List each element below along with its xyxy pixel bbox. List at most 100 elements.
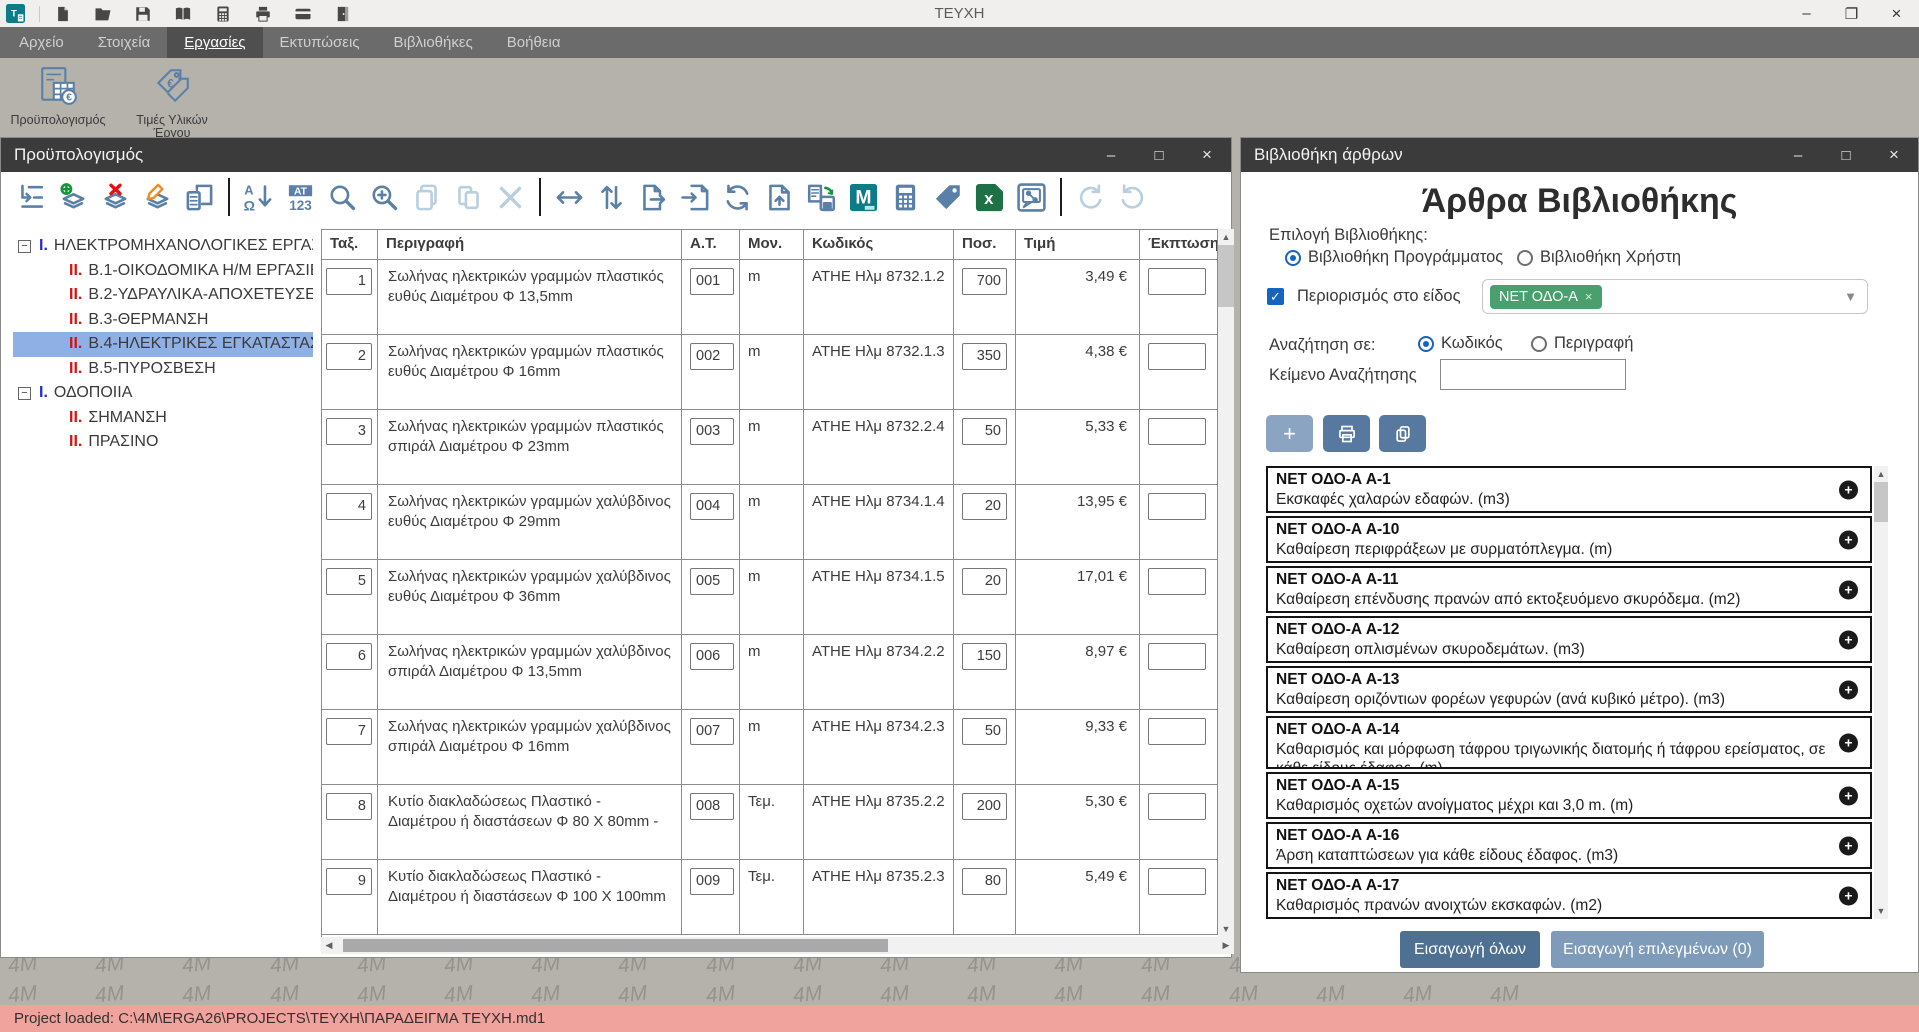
discount-value-box[interactable] <box>1148 568 1206 595</box>
tree-item[interactable]: ΙΙ.Β.2-ΥΔΡΑΥΛΙΚΑ-ΑΠΟΧΕΤΕΥΣΕΙΣ <box>13 283 313 308</box>
library-window-titlebar[interactable]: Βιβλιοθήκη άρθρων – □ × <box>1241 138 1918 172</box>
cell-description[interactable]: Σωλήνας ηλεκτρικών γραμμών πλαστικός σπι… <box>378 410 682 485</box>
library-article-item[interactable]: ΝΕΤ ΟΔΟ-Α Α-13Καθαίρεση οριζόντιων φορέω… <box>1266 666 1872 713</box>
insert-all-button[interactable]: Εισαγωγή όλων <box>1400 931 1540 968</box>
cell-price[interactable]: 17,01 € <box>1016 560 1140 635</box>
discount-value-box[interactable] <box>1148 868 1206 895</box>
cell-description[interactable]: Σωλήνας ηλεκτρικών γραμμών χαλύβδινος σπ… <box>378 635 682 710</box>
scroll-right-icon[interactable]: ▶ <box>1218 940 1234 951</box>
tax-value-box[interactable]: 9 <box>326 868 372 895</box>
open-folder-icon[interactable] <box>94 5 112 23</box>
add-article-icon[interactable]: + <box>1839 786 1858 805</box>
excel-export-icon[interactable]: x <box>971 177 1008 217</box>
radio-library-program[interactable]: Βιβλιοθήκη Προγράμματος <box>1285 248 1503 267</box>
tax-value-box[interactable]: 5 <box>326 568 372 595</box>
budget-close-icon[interactable]: × <box>1183 138 1231 172</box>
column-header[interactable]: Ποσ. <box>954 230 1016 260</box>
cell-unit[interactable]: m <box>740 485 804 560</box>
move-vertical-icon[interactable] <box>593 177 630 217</box>
scroll-thumb[interactable] <box>1874 482 1888 522</box>
collapse-icon[interactable]: − <box>18 240 31 253</box>
copy-button[interactable] <box>1379 415 1426 452</box>
tree-item[interactable]: ΙΙ.Β.5-ΠΥΡΟΣΒΕΣΗ <box>13 357 313 382</box>
library-article-item[interactable]: ΝΕΤ ΟΔΟ-Α Α-15Καθαρισμός οχετών ανοίγματ… <box>1266 772 1872 819</box>
grid-horizontal-scrollbar[interactable]: ◀ ▶ <box>321 937 1234 954</box>
menu-item-ergasies[interactable]: Εργασίες <box>167 27 262 58</box>
library-article-item[interactable]: ΝΕΤ ΟΔΟ-Α Α-14Καθαρισμός και μόρφωση τάφ… <box>1266 716 1872 769</box>
cell-code[interactable]: ΑΤΗΕ Ηλμ 8734.1.5 <box>804 560 954 635</box>
library-maximize-icon[interactable]: □ <box>1822 138 1870 172</box>
cell-unit[interactable]: m <box>740 335 804 410</box>
tax-value-box[interactable]: 6 <box>326 643 372 670</box>
delete-article-icon[interactable] <box>97 177 134 217</box>
cell-price[interactable]: 13,95 € <box>1016 485 1140 560</box>
calculator-icon[interactable] <box>887 177 924 217</box>
library-article-item[interactable]: ΝΕΤ ΟΔΟ-Α Α-11Καθαίρεση επένδυσης πρανών… <box>1266 566 1872 613</box>
cell-price[interactable]: 8,97 € <box>1016 635 1140 710</box>
word-export-icon[interactable]: M <box>845 177 882 217</box>
library-close-icon[interactable]: × <box>1870 138 1918 172</box>
radio-unchecked-icon[interactable] <box>1531 336 1547 352</box>
tree-item[interactable]: ΙΙ.ΣΗΜΑΝΣΗ <box>13 406 313 431</box>
ribbon-button-material-prices[interactable]: €Τιμές Υλικών Έργου <box>124 62 220 137</box>
quantity-value-box[interactable]: 20 <box>962 493 1007 520</box>
cell-code[interactable]: ΑΤΗΕ Ηλμ 8734.2.3 <box>804 710 954 785</box>
edit-article-icon[interactable] <box>139 177 176 217</box>
cell-unit[interactable]: Τεμ. <box>740 860 804 935</box>
radio-library-user[interactable]: Βιβλιοθήκη Χρήστη <box>1517 248 1681 267</box>
at-value-box[interactable]: 004 <box>690 493 734 520</box>
library-article-item[interactable]: ΝΕΤ ΟΔΟ-Α Α-12Καθαίρεση οπλισμένων σκυρο… <box>1266 616 1872 663</box>
quantity-value-box[interactable]: 150 <box>962 643 1007 670</box>
discount-value-box[interactable] <box>1148 343 1206 370</box>
tree-item[interactable]: ΙΙ.Β.1-ΟΙΚΟΔΟΜΙΚΑ Η/Μ ΕΡΓΑΣΙΕΣ <box>13 259 313 284</box>
add-article-icon[interactable]: + <box>1839 733 1858 752</box>
new-file-icon[interactable] <box>54 5 72 23</box>
budget-window-titlebar[interactable]: Προϋπολογισμός – □ × <box>1 138 1231 172</box>
column-header[interactable]: Περιγραφή <box>378 230 682 260</box>
quantity-value-box[interactable]: 80 <box>962 868 1007 895</box>
tax-value-box[interactable]: 1 <box>326 268 372 295</box>
cell-unit[interactable]: m <box>740 635 804 710</box>
tax-value-box[interactable]: 8 <box>326 793 372 820</box>
save-icon[interactable] <box>134 5 152 23</box>
add-article-icon[interactable] <box>55 177 92 217</box>
calculator-mini-icon[interactable] <box>214 5 232 23</box>
cell-description[interactable]: Κυτίο διακλαδώσεως Πλαστικό - Διαμέτρου … <box>378 785 682 860</box>
add-article-button[interactable]: + <box>1266 415 1313 452</box>
radio-search-desc[interactable]: Περιγραφή <box>1531 334 1633 353</box>
book-icon[interactable] <box>174 5 192 23</box>
discount-value-box[interactable] <box>1148 793 1206 820</box>
card-icon[interactable] <box>294 5 312 23</box>
cell-description[interactable]: Σωλήνας ηλεκτρικών γραμμών χαλύβδινος ευ… <box>378 485 682 560</box>
menu-item-vivliothikes[interactable]: Βιβλιοθήκες <box>377 27 490 58</box>
cell-price[interactable]: 5,33 € <box>1016 410 1140 485</box>
import-file-icon[interactable] <box>677 177 714 217</box>
cell-code[interactable]: ΑΤΗΕ Ηλμ 8732.1.2 <box>804 260 954 335</box>
chevron-down-icon[interactable]: ▼ <box>1844 289 1857 304</box>
library-minimize-icon[interactable]: – <box>1774 138 1822 172</box>
quantity-value-box[interactable]: 350 <box>962 343 1007 370</box>
tree-item[interactable]: −Ι.ΗΛΕΚΤΡΟΜΗΧΑΝΟΛΟΓΙΚΕΣ ΕΡΓΑΣΙΕΣ <box>13 234 313 259</box>
print-button[interactable] <box>1323 415 1370 452</box>
quantity-value-box[interactable]: 20 <box>962 568 1007 595</box>
scroll-down-icon[interactable]: ▼ <box>1874 903 1888 919</box>
radio-checked-icon[interactable] <box>1285 250 1301 266</box>
menu-item-stoixeia[interactable]: Στοιχεία <box>81 27 168 58</box>
cell-unit[interactable]: m <box>740 410 804 485</box>
library-article-item[interactable]: ΝΕΤ ΟΔΟ-Α Α-16Άρση καταπτώσεων για κάθε … <box>1266 822 1872 869</box>
type-filter-dropdown[interactable]: ΝΕΤ ΟΔΟ-Α × ▼ <box>1482 279 1868 314</box>
cell-description[interactable]: Σωλήνας ηλεκτρικών γραμμών χαλύβδινος σπ… <box>378 710 682 785</box>
tree-structure-icon[interactable] <box>13 177 50 217</box>
at-value-box[interactable]: 007 <box>690 718 734 745</box>
insert-selected-button[interactable]: Εισαγωγή επιλεγμένων (0) <box>1551 931 1764 968</box>
library-article-item[interactable]: ΝΕΤ ΟΔΟ-Α Α-17Καθαρισμός πρανών ανοιχτών… <box>1266 872 1872 919</box>
zoom-in-icon[interactable] <box>366 177 403 217</box>
cell-code[interactable]: ΑΤΗΕ Ηλμ 8734.2.2 <box>804 635 954 710</box>
menu-item-voitheia[interactable]: Βοήθεια <box>490 27 578 58</box>
add-article-icon[interactable]: + <box>1839 836 1858 855</box>
tax-value-box[interactable]: 2 <box>326 343 372 370</box>
discount-value-box[interactable] <box>1148 493 1206 520</box>
quantity-value-box[interactable]: 50 <box>962 418 1007 445</box>
scroll-up-icon[interactable]: ▲ <box>1218 229 1234 245</box>
renumber-at-icon[interactable]: AT123 <box>282 177 319 217</box>
